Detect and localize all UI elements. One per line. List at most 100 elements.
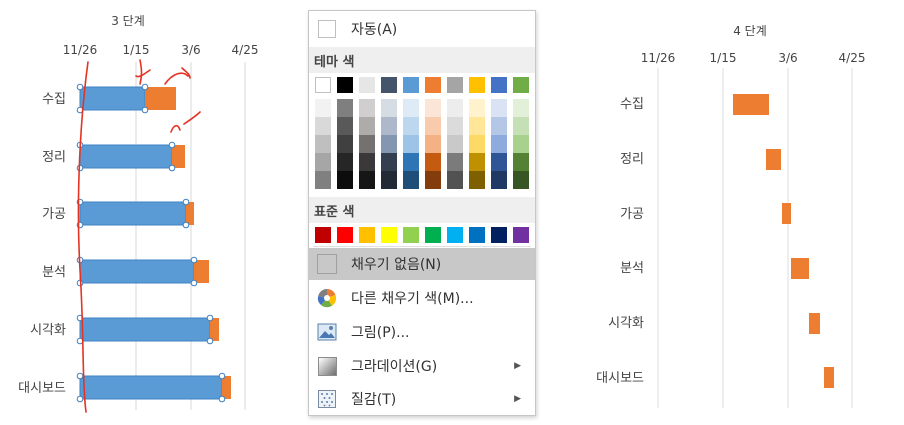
theme-shade-swatch[interactable]: [359, 135, 375, 153]
submenu-arrow-icon: ▶: [514, 394, 521, 404]
no-fill-item[interactable]: 채우기 없음(N): [309, 248, 535, 280]
theme-shade-swatch[interactable]: [315, 99, 331, 117]
theme-shade-swatch[interactable]: [447, 135, 463, 153]
standard-color-swatch[interactable]: [337, 227, 353, 243]
standard-color-swatch[interactable]: [469, 227, 485, 243]
theme-shade-swatch[interactable]: [447, 171, 463, 189]
theme-shade-swatch[interactable]: [491, 99, 507, 117]
theme-color-swatch[interactable]: [381, 77, 397, 93]
bar-orange: [782, 203, 791, 224]
theme-shade-swatch[interactable]: [403, 153, 419, 171]
theme-shade-swatch[interactable]: [403, 99, 419, 117]
standard-color-swatch[interactable]: [491, 227, 507, 243]
theme-shade-swatch[interactable]: [425, 153, 441, 171]
theme-shade-swatch[interactable]: [315, 171, 331, 189]
more-fill-colors-item[interactable]: 다른 채우기 색(M)...: [309, 282, 535, 314]
theme-shade-swatch[interactable]: [425, 117, 441, 135]
x-tick-label: 3/6: [778, 51, 797, 65]
theme-shade-swatch[interactable]: [359, 153, 375, 171]
theme-shade-swatch[interactable]: [513, 99, 529, 117]
theme-color-swatch[interactable]: [469, 77, 485, 93]
theme-shade-swatch[interactable]: [513, 171, 529, 189]
texture-fill-item[interactable]: 질감(T) ▶: [309, 383, 535, 415]
theme-shade-swatch[interactable]: [403, 171, 419, 189]
y-category-label: 분석: [620, 261, 644, 276]
bar-orange: [210, 318, 219, 341]
theme-color-swatch[interactable]: [491, 77, 507, 93]
theme-shade-swatch[interactable]: [337, 171, 353, 189]
theme-color-swatch[interactable]: [359, 77, 375, 93]
theme-color-swatch[interactable]: [513, 77, 529, 93]
theme-shade-swatch[interactable]: [469, 135, 485, 153]
right-chart-plot[interactable]: 11/26 1/15 3/6 4/25 수집 정리 가공 분석 시각화 대시보드: [560, 0, 904, 425]
picture-fill-item[interactable]: 그림(P)...: [309, 316, 535, 348]
theme-shade-swatch[interactable]: [381, 99, 397, 117]
standard-color-swatch[interactable]: [425, 227, 441, 243]
bar-blue: [79, 317, 211, 342]
theme-shade-swatch[interactable]: [447, 117, 463, 135]
gradient-icon: [317, 356, 337, 376]
theme-color-swatch[interactable]: [403, 77, 419, 93]
theme-shade-swatch[interactable]: [469, 117, 485, 135]
theme-shade-swatch[interactable]: [359, 99, 375, 117]
theme-shade-swatch[interactable]: [469, 153, 485, 171]
theme-shade-swatch[interactable]: [425, 135, 441, 153]
automatic-color-item[interactable]: 자동(A): [309, 13, 535, 45]
bar-orange: [186, 202, 194, 225]
y-category-label: 분석: [42, 265, 66, 280]
theme-shade-swatch[interactable]: [403, 117, 419, 135]
standard-color-swatch[interactable]: [447, 227, 463, 243]
theme-shade-swatch[interactable]: [337, 117, 353, 135]
theme-shade-swatch[interactable]: [469, 99, 485, 117]
standard-color-swatch[interactable]: [403, 227, 419, 243]
theme-shade-swatch[interactable]: [513, 117, 529, 135]
standard-colors-header: 표준 색: [309, 197, 535, 223]
theme-shade-swatch[interactable]: [425, 99, 441, 117]
theme-shade-swatch[interactable]: [359, 171, 375, 189]
theme-color-swatch[interactable]: [337, 77, 353, 93]
y-category-label: 수집: [42, 92, 66, 107]
theme-shade-swatch[interactable]: [425, 171, 441, 189]
theme-shade-swatch[interactable]: [315, 153, 331, 171]
y-category-label: 시각화: [608, 316, 644, 331]
theme-shade-swatch[interactable]: [447, 99, 463, 117]
standard-color-swatch[interactable]: [359, 227, 375, 243]
right-chart[interactable]: 4 단계 11/26 1/15 3/6 4/25 수집 정리 가공 분석 시각화…: [560, 0, 904, 425]
theme-shade-swatch[interactable]: [403, 135, 419, 153]
theme-shade-swatch[interactable]: [337, 153, 353, 171]
theme-shade-swatch[interactable]: [447, 153, 463, 171]
theme-shade-swatch[interactable]: [381, 153, 397, 171]
theme-shade-swatch[interactable]: [469, 171, 485, 189]
theme-colors-header: 테마 색: [309, 47, 535, 73]
theme-shade-swatch[interactable]: [315, 135, 331, 153]
bar-orange: [809, 313, 820, 334]
y-category-label: 대시보드: [596, 371, 644, 386]
theme-shade-swatch[interactable]: [491, 153, 507, 171]
no-fill-label: 채우기 없음(N): [351, 257, 442, 273]
theme-shade-swatch[interactable]: [513, 135, 529, 153]
x-tick-label: 3/6: [181, 43, 200, 57]
theme-color-swatch[interactable]: [425, 77, 441, 93]
theme-shade-swatch[interactable]: [337, 99, 353, 117]
standard-color-swatch[interactable]: [513, 227, 529, 243]
theme-shade-swatch[interactable]: [491, 117, 507, 135]
standard-color-swatch[interactable]: [381, 227, 397, 243]
theme-color-swatch[interactable]: [447, 77, 463, 93]
theme-shade-swatch[interactable]: [513, 153, 529, 171]
theme-shade-swatch[interactable]: [491, 171, 507, 189]
gradient-fill-item[interactable]: 그라데이션(G) ▶: [309, 350, 535, 382]
fill-color-menu[interactable]: 자동(A) 테마 색 표준 색 채우기 없음(N) 다른 채우기 색(M)...: [308, 10, 536, 416]
standard-color-swatch[interactable]: [315, 227, 331, 243]
theme-shade-swatch[interactable]: [381, 117, 397, 135]
left-chart[interactable]: 3 단계 11/26 1/15 3/6 4/25 수집 정리 가공 분석 시각화…: [0, 0, 300, 425]
theme-color-swatch[interactable]: [315, 77, 331, 93]
theme-shade-swatch[interactable]: [381, 135, 397, 153]
theme-shade-swatch[interactable]: [491, 135, 507, 153]
theme-shade-swatch[interactable]: [381, 171, 397, 189]
left-chart-plot[interactable]: 11/26 1/15 3/6 4/25 수집 정리 가공 분석 시각화 대시보드: [0, 0, 300, 425]
theme-shade-swatch[interactable]: [315, 117, 331, 135]
theme-shade-swatch[interactable]: [359, 117, 375, 135]
y-category-label: 시각화: [30, 323, 66, 338]
no-fill-swatch: [317, 254, 337, 274]
theme-shade-swatch[interactable]: [337, 135, 353, 153]
